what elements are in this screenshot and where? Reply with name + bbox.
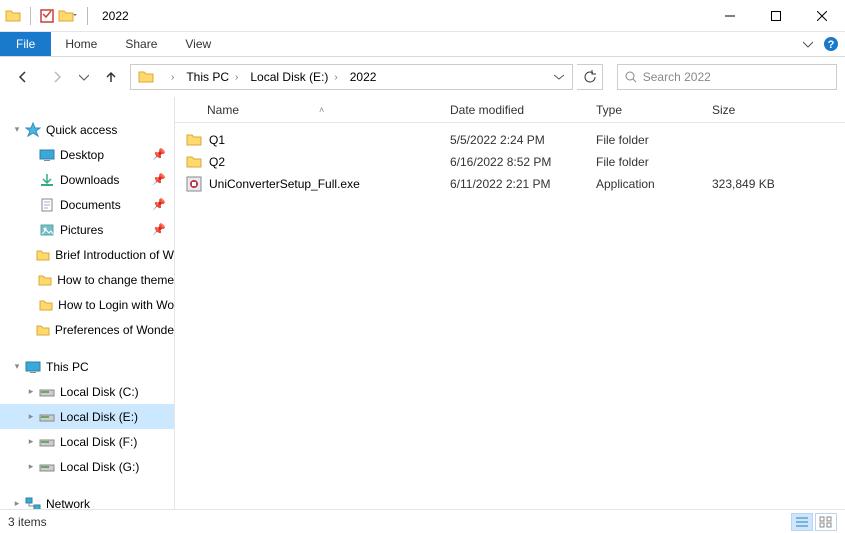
pin-icon: 📌 <box>152 173 166 186</box>
exe-icon <box>185 175 203 193</box>
content: ▾ Quick access Desktop 📌 Downloads 📌 Doc… <box>0 97 845 509</box>
list-item[interactable]: Q1 5/5/2022 2:24 PM File folder <box>175 129 845 151</box>
folder-icon <box>37 297 54 313</box>
column-headers: Name ˄ Date modified Type Size <box>175 97 845 123</box>
nav-downloads[interactable]: Downloads 📌 <box>0 167 174 192</box>
ribbon-expand-icon[interactable] <box>803 39 813 49</box>
ribbon-tab-home[interactable]: Home <box>51 32 111 56</box>
qat: 2022 <box>4 0 129 31</box>
crumb-chevron-root[interactable]: › <box>159 65 180 89</box>
nav-drive-g[interactable]: ▸ Local Disk (G:) <box>0 454 174 479</box>
folder-icon <box>137 68 155 86</box>
col-size[interactable]: Size <box>702 97 818 122</box>
search-icon <box>624 70 637 84</box>
recent-locations-button[interactable] <box>76 63 92 91</box>
titlebar: 2022 <box>0 0 845 32</box>
qat-divider-2 <box>87 7 88 25</box>
search-input[interactable] <box>643 70 830 84</box>
details-view-button[interactable] <box>791 513 813 531</box>
col-type[interactable]: Type <box>586 97 702 122</box>
refresh-button[interactable] <box>577 64 603 90</box>
statusbar: 3 items <box>0 509 845 533</box>
nav-this-pc[interactable]: ▾ This PC <box>0 354 174 379</box>
nav-documents[interactable]: Documents 📌 <box>0 192 174 217</box>
folder-dropdown-icon[interactable] <box>57 7 79 25</box>
folder-icon <box>35 322 51 338</box>
drive-icon <box>38 434 56 450</box>
forward-button[interactable] <box>42 63 72 91</box>
file-tab[interactable]: File <box>0 32 51 56</box>
drive-icon <box>38 459 56 475</box>
minimize-button[interactable] <box>707 0 753 31</box>
pc-icon <box>24 359 42 375</box>
ribbon-tab-view[interactable]: View <box>171 32 225 56</box>
item-count: 3 items <box>8 515 47 529</box>
pin-icon: 📌 <box>152 223 166 236</box>
svg-text:?: ? <box>828 39 835 51</box>
close-button[interactable] <box>799 0 845 31</box>
folder-icon <box>4 7 22 25</box>
pin-icon: 📌 <box>152 198 166 211</box>
nav-recent-0[interactable]: Brief Introduction of W <box>0 242 174 267</box>
maximize-button[interactable] <box>753 0 799 31</box>
nav-drive-e[interactable]: ▸ Local Disk (E:) <box>0 404 174 429</box>
pictures-icon <box>38 222 56 238</box>
list-item[interactable]: Q2 6/16/2022 8:52 PM File folder <box>175 151 845 173</box>
nav-pictures[interactable]: Pictures 📌 <box>0 217 174 242</box>
col-date[interactable]: Date modified <box>440 97 586 122</box>
nav-drive-c[interactable]: ▸ Local Disk (C:) <box>0 379 174 404</box>
folder-icon <box>37 272 53 288</box>
ribbon: File Home Share View ? <box>0 32 845 57</box>
downloads-icon <box>38 172 56 188</box>
desktop-icon <box>38 147 56 163</box>
nav-network[interactable]: ▸ Network <box>0 491 174 509</box>
pin-icon: 📌 <box>152 148 166 161</box>
help-icon[interactable]: ? <box>823 36 839 52</box>
qat-divider <box>30 7 31 25</box>
sort-indicator-icon: ˄ <box>319 105 324 115</box>
list-item[interactable]: UniConverterSetup_Full.exe 6/11/2022 2:2… <box>175 173 845 195</box>
breadcrumb-drive[interactable]: Local Disk (E:)› <box>244 65 343 89</box>
nav-recent-2[interactable]: How to Login with Wo <box>0 292 174 317</box>
navigation-pane: ▾ Quick access Desktop 📌 Downloads 📌 Doc… <box>0 97 175 509</box>
icons-view-button[interactable] <box>815 513 837 531</box>
nav-recent-3[interactable]: Preferences of Wonde <box>0 317 174 342</box>
breadcrumb-current[interactable]: 2022 <box>344 65 383 89</box>
properties-icon[interactable] <box>39 8 55 24</box>
search-box[interactable] <box>617 64 837 90</box>
breadcrumb-this-pc[interactable]: This PC› <box>180 65 244 89</box>
documents-icon <box>38 197 56 213</box>
back-button[interactable] <box>8 63 38 91</box>
col-name[interactable]: Name ˄ <box>175 97 440 122</box>
folder-icon <box>185 153 203 171</box>
ribbon-tab-share[interactable]: Share <box>111 32 171 56</box>
nav-desktop[interactable]: Desktop 📌 <box>0 142 174 167</box>
nav-quick-access[interactable]: ▾ Quick access <box>0 117 174 142</box>
drive-icon <box>38 409 56 425</box>
address-bar[interactable]: › This PC› Local Disk (E:)› 2022 <box>130 64 573 90</box>
addressbar-row: › This PC› Local Disk (E:)› 2022 <box>0 57 845 97</box>
star-icon <box>24 122 42 138</box>
nav-recent-1[interactable]: How to change theme <box>0 267 174 292</box>
network-icon <box>24 496 42 510</box>
window-title: 2022 <box>102 9 129 23</box>
folder-icon <box>35 247 51 263</box>
up-button[interactable] <box>96 63 126 91</box>
drive-icon <box>38 384 56 400</box>
nav-drive-f[interactable]: ▸ Local Disk (F:) <box>0 429 174 454</box>
file-list: Name ˄ Date modified Type Size Q1 5/5/20… <box>175 97 845 509</box>
folder-icon <box>185 131 203 149</box>
address-dropdown-icon[interactable] <box>554 72 570 82</box>
